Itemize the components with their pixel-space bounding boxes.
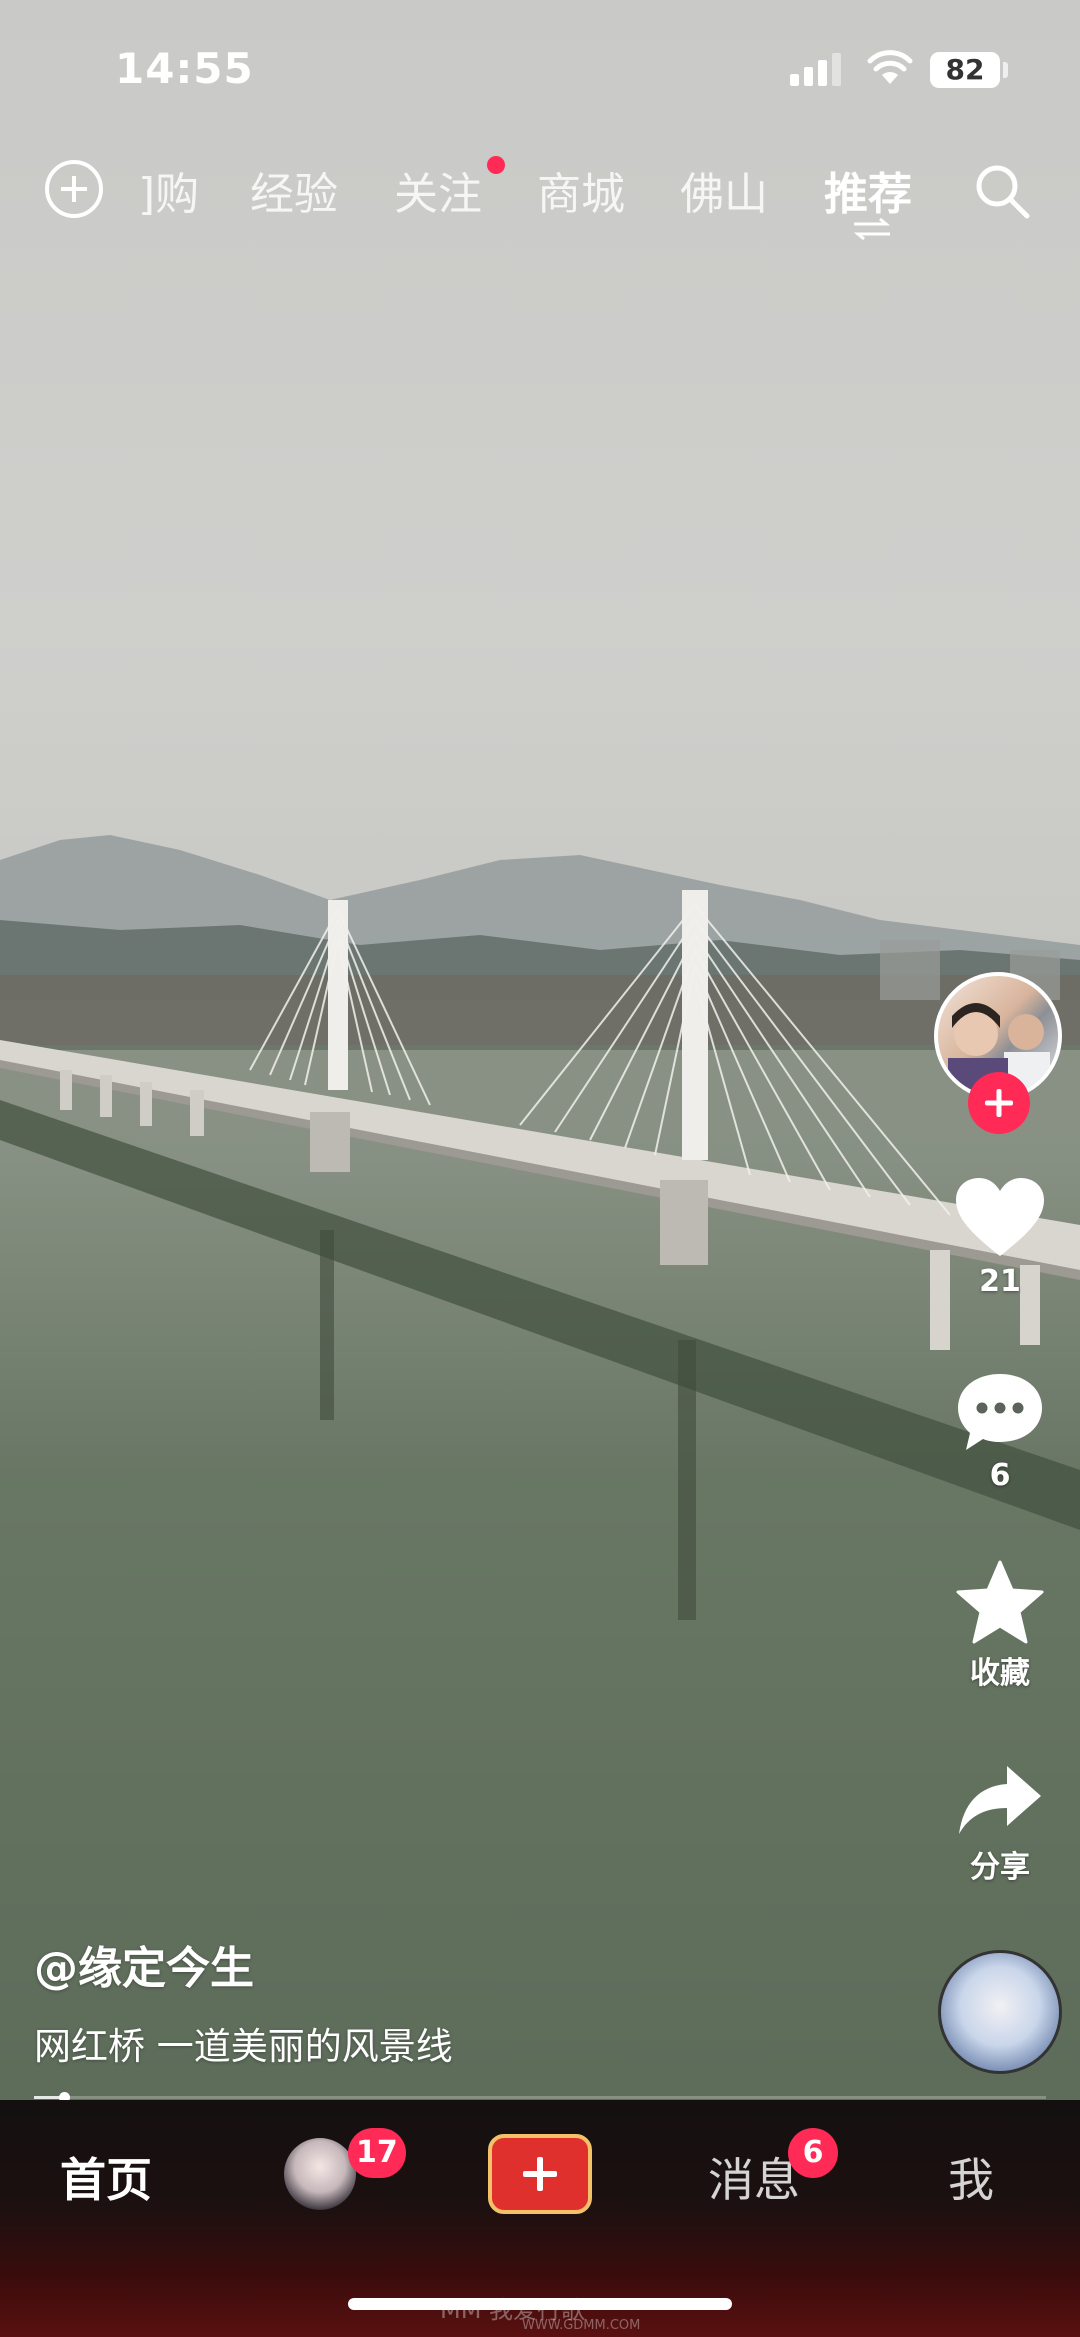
tab-shopping[interactable]: ]购 (138, 158, 199, 222)
heart-icon (956, 1178, 1044, 1256)
wifi-icon (867, 50, 913, 84)
nav-home[interactable]: 首页 (60, 2144, 152, 2210)
video-progress-bar[interactable] (34, 2092, 1046, 2103)
favorite-label: 收藏 (970, 1656, 1030, 1691)
like-action[interactable]: 21 (930, 1176, 1070, 1299)
battery-tip (1003, 62, 1008, 78)
video-caption: 网红桥 一道美丽的风景线 (34, 2025, 453, 2068)
author-name[interactable]: @缘定今生 (34, 1932, 254, 1996)
add-circle-icon[interactable] (45, 160, 103, 218)
following-notification-dot (487, 156, 505, 174)
top-nav: ]购 经验 关注 商城 佛山 推荐 (0, 150, 1080, 240)
video-frame-bridge-scene (0, 835, 1080, 2100)
tab-foshan[interactable]: 佛山 (680, 158, 768, 222)
like-count: 21 (979, 1264, 1021, 1299)
star-icon (956, 1560, 1044, 1644)
follow-button[interactable] (968, 1072, 1030, 1134)
share-action[interactable]: 分享 (930, 1762, 1070, 1886)
nav-me[interactable]: 我 (948, 2144, 994, 2210)
search-icon[interactable] (973, 162, 1033, 222)
swap-arrows-icon (853, 218, 891, 240)
nav-friends-avatar[interactable] (284, 2138, 356, 2210)
battery-indicator: 82 (930, 52, 1000, 88)
tab-experience[interactable]: 经验 (250, 158, 338, 222)
status-bar: 14:55 82 (0, 0, 1080, 140)
comment-count: 6 (989, 1458, 1011, 1493)
share-label: 分享 (970, 1850, 1030, 1885)
create-button[interactable] (488, 2134, 592, 2214)
favorite-action[interactable]: 收藏 (930, 1560, 1070, 1692)
tab-following[interactable]: 关注 (394, 158, 482, 222)
nav-messages[interactable]: 消息 (708, 2144, 800, 2210)
share-arrow-icon (959, 1766, 1041, 1834)
comment-icon (958, 1374, 1042, 1450)
messages-badge: 6 (788, 2128, 838, 2178)
music-disc[interactable] (938, 1950, 1062, 2074)
tab-recommend[interactable]: 推荐 (824, 158, 912, 222)
home-indicator (348, 2298, 732, 2310)
comment-action[interactable]: 6 (930, 1370, 1070, 1493)
tab-mall[interactable]: 商城 (537, 158, 625, 222)
status-time: 14:55 (115, 44, 254, 93)
cellular-signal-icon (790, 52, 842, 86)
video-player[interactable] (0, 0, 1080, 2100)
friends-badge: 17 (348, 2128, 406, 2178)
watermark-url: WWW.GDMM.COM (522, 2318, 641, 2333)
